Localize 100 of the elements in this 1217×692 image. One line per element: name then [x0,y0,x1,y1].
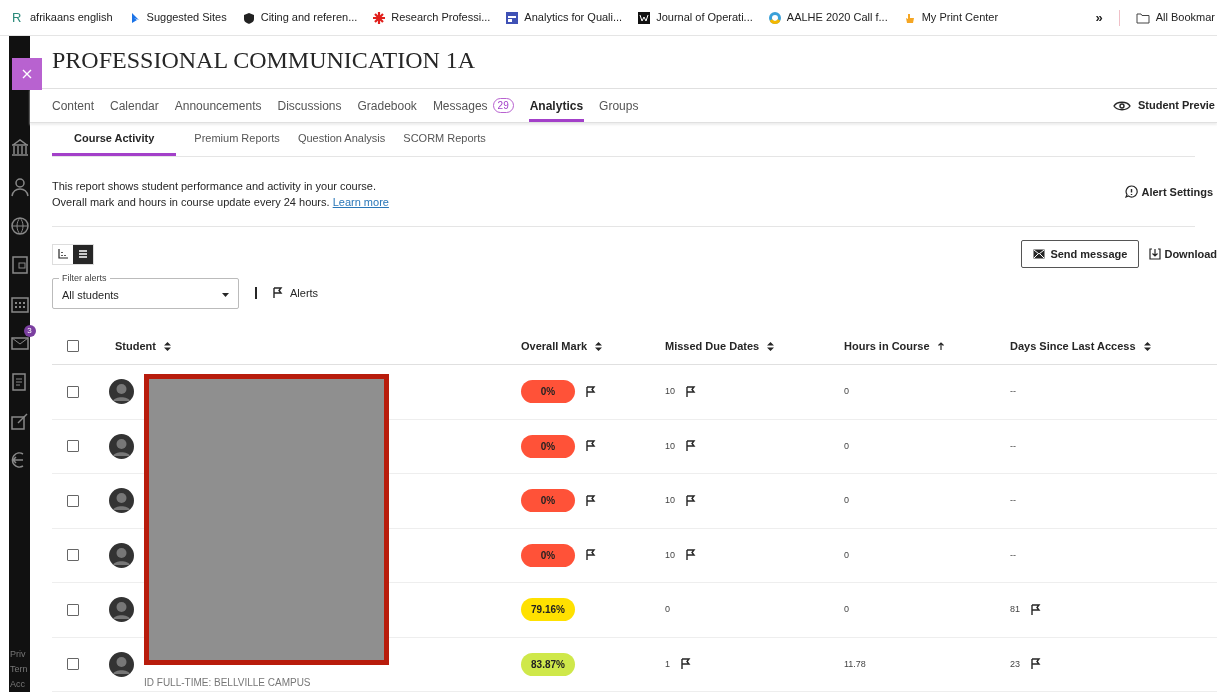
alert-icon [1125,185,1139,199]
table-cell-text: -- [1010,385,1016,398]
table-cell: 10 [665,439,675,453]
letter-icon: R [12,7,24,28]
column-header[interactable]: Days Since Last Access [1010,337,1217,355]
avatar-icon [109,379,134,405]
bookmark[interactable]: Journal of Operati... [638,9,753,26]
notification-badge: 3 [23,325,36,337]
tab[interactable]: Content [51,88,96,123]
table-cell-text: 0 [844,385,849,398]
footer-link[interactable]: Tern [10,662,30,677]
close-icon [22,69,32,79]
scatter-chart-icon [58,249,68,260]
avatar-icon [109,488,134,514]
bookmark-icon [638,11,651,24]
table-cell-text: 81 [1010,603,1020,616]
table-cell-text: 10 [665,494,675,507]
institution-icon [9,137,30,158]
list-view-button[interactable] [73,244,93,264]
flag-icon [272,287,283,300]
bookmark[interactable]: R afrikaans english [12,7,113,28]
caret-down-icon [222,292,229,297]
avatar-icon [109,433,134,459]
avatar-icon [109,542,134,568]
alerts-label: Alerts [290,286,319,302]
student-preview-button[interactable]: Student Previe [1111,88,1217,123]
checkbox[interactable] [67,549,79,562]
table-cell-text: 0 [844,603,849,616]
tab[interactable]: Calendar [109,88,160,123]
tab[interactable]: Announcements [173,88,263,123]
edit-icon [9,410,30,431]
column-header[interactable]: Overall Mark [521,337,665,355]
column-header[interactable]: Hours in Course [844,337,1010,355]
subtab[interactable]: Course Activity [52,123,177,156]
table-cell-text: -- [1010,494,1016,507]
alert-settings-button[interactable]: Alert Settings [1125,183,1213,200]
mail-icon [1033,249,1046,260]
tab[interactable]: Discussions [276,88,343,123]
checkbox[interactable] [67,658,79,671]
avatar-icon [109,651,134,677]
description-text: This report shows student performance and activity in your course. [52,178,378,194]
bookmark[interactable]: Suggested Sites [128,9,227,26]
checkbox[interactable] [67,385,79,398]
bookmark[interactable]: Citing and referen... [242,9,358,26]
table-cell: -- [1010,548,1016,562]
table-cell: 1 [665,657,670,671]
subtab[interactable]: Question Analysis [297,123,386,156]
bookmark[interactable]: Research Professi... [373,9,491,26]
description-text: Overall mark and hours in course update every 24 hours. Learn more [52,194,389,210]
table-cell-text: 0 [844,494,849,507]
bookmark-icon [506,11,519,24]
download-button[interactable]: Download [1149,245,1217,263]
overall-mark-badge: 83.87% [521,652,575,676]
globe-icon [9,215,30,236]
overall-mark-badge: 0% [521,380,575,404]
course-title: PROFESSIONAL COMMUNICATION 1A [52,46,477,75]
bookmark-icon [903,11,916,24]
folder-icon [1135,11,1150,24]
person-icon [9,176,30,197]
table-cell: 23 [1010,657,1020,671]
send-message-button[interactable]: Send message [1021,240,1140,269]
table-cell: 0 [844,439,849,453]
tab[interactable]: Messages 29 [431,88,515,123]
tab[interactable]: Groups [598,88,640,123]
bookmark[interactable]: AALHE 2020 Call f... [768,9,888,26]
column-header[interactable]: Student [115,337,171,355]
more-bookmarks-button[interactable]: » [1095,7,1103,28]
all-bookmarks-folder[interactable]: All Bookmar [1135,9,1217,26]
subtab[interactable]: SCORM Reports [403,123,486,156]
bookmark[interactable]: Analytics for Quali... [506,9,623,26]
column-header[interactable]: Missed Due Dates [665,337,844,355]
checkbox[interactable] [67,440,79,453]
bookmark-icon [768,11,781,24]
bookmark[interactable]: My Print Center [903,9,999,26]
learn-more-link[interactable]: Learn more [332,195,389,208]
table-cell: 10 [665,548,675,562]
table-cell-text: 10 [665,385,675,398]
student-program-text: ID FULL-TIME: BELLVILLE CAMPUS [144,676,311,690]
checkbox[interactable] [67,494,79,507]
table-cell: 0 [844,548,849,562]
avatar-icon [109,597,134,623]
overall-mark-badge: 0% [521,434,575,458]
list-icon [78,249,88,260]
overall-mark-badge: 0% [521,489,575,513]
checkbox[interactable] [67,340,79,352]
checkbox[interactable] [67,603,79,616]
table-cell-text: 0 [665,603,670,616]
table-cell: 11.78 [844,657,866,671]
bookmark-icon [242,11,255,24]
tab[interactable]: Gradebook [356,88,418,123]
download-icon [1149,248,1162,261]
table-cell: -- [1010,439,1016,453]
overall-mark-badge: 0% [521,543,575,567]
footer-link[interactable]: Acc [10,677,30,692]
tab[interactable]: Analytics [528,88,585,123]
bookmark-icon [373,11,386,24]
overall-mark-badge: 79.16% [521,598,575,622]
subtab[interactable]: Premium Reports [194,123,280,156]
courses-icon [9,254,30,275]
footer-link[interactable]: Priv [10,647,30,662]
